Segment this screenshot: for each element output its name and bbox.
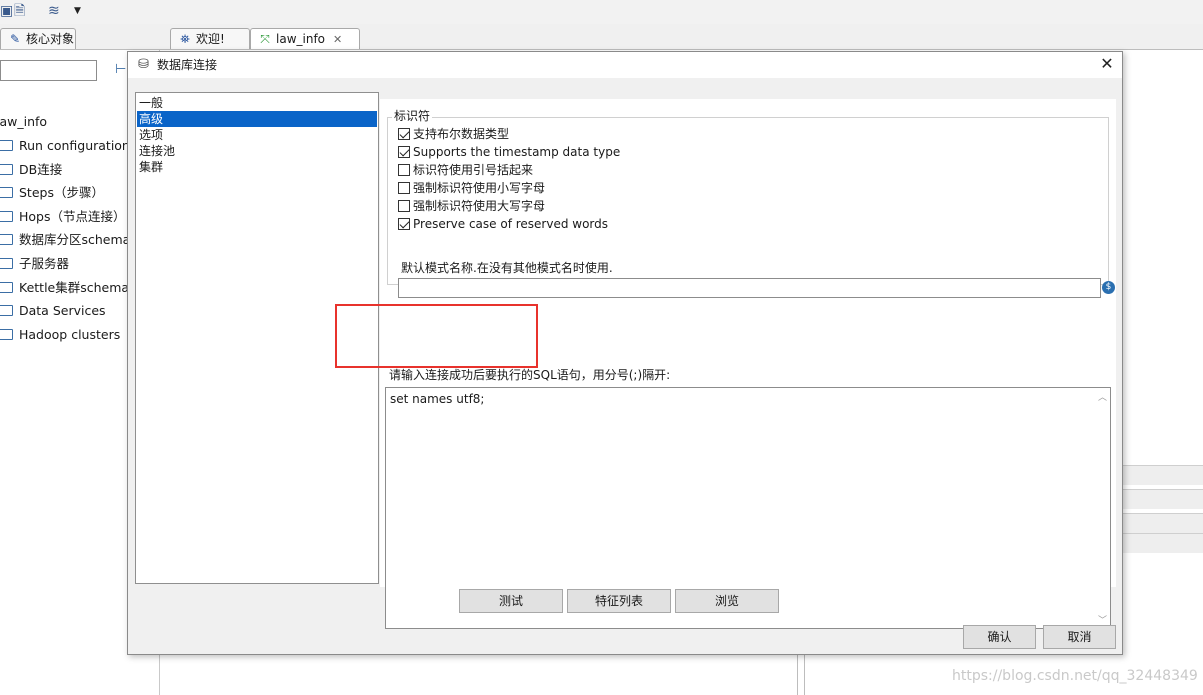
pencil-icon: ✎: [9, 32, 21, 46]
close-icon[interactable]: ✕: [1098, 55, 1116, 73]
nav-item[interactable]: 选项: [137, 127, 377, 143]
option-row[interactable]: 强制标识符使用大写字母: [398, 197, 545, 215]
save-as-icon[interactable]: 🗎: [14, 2, 32, 20]
sql-text: set names utf8;: [390, 392, 485, 406]
feature-list-button[interactable]: 特征列表: [567, 589, 671, 613]
tab-core-objects[interactable]: ✎ 核心对象: [0, 28, 76, 49]
nav-item[interactable]: 集群: [137, 159, 377, 175]
tree-item-label: Data Services: [19, 303, 106, 319]
tree-item[interactable]: Kettle集群schemas: [0, 277, 130, 299]
option-row[interactable]: Supports the timestamp data type: [398, 143, 620, 161]
folder-icon: [0, 140, 13, 151]
tree-root[interactable]: law_info: [0, 114, 47, 129]
folder-icon: [0, 258, 13, 269]
nav-item[interactable]: 一般: [137, 95, 377, 111]
tree-item[interactable]: Hops（节点连接）: [0, 206, 130, 228]
annotation-highlight-box: [335, 304, 538, 368]
option-row[interactable]: Preserve case of reserved words: [398, 215, 608, 233]
default-schema-label: 默认模式名称.在没有其他模式名时使用.: [401, 261, 613, 275]
folder-icon: [0, 328, 13, 340]
checkbox[interactable]: [398, 128, 410, 140]
tree-item-label: 数据库分区schema: [19, 232, 130, 248]
tree-item[interactable]: Run configuration: [0, 135, 130, 157]
option-row[interactable]: 支持布尔数据类型: [398, 125, 509, 143]
watermark: https://blog.csdn.net/qq_32448349: [952, 668, 1198, 684]
app-toolbar: ▣ 🗎 ≋ ▼: [0, 0, 1203, 24]
tree-item-label: Hadoop clusters: [19, 326, 121, 342]
tree-item[interactable]: Hadoop clusters: [0, 324, 130, 346]
tree-item-label: 子服务器: [19, 256, 70, 271]
tab-core-objects-label: 核心对象: [26, 32, 75, 46]
database-connection-dialog: ⛁ 数据库连接 ✕ 一般 高级 选项 连接池 集群 支持布尔数据类型 Supports t…: [127, 51, 1123, 655]
identifier-group-title: 标识符: [392, 109, 433, 123]
search-input[interactable]: [0, 60, 97, 81]
option-row[interactable]: 强制标识符使用小写字母: [398, 179, 545, 197]
tab-welcome[interactable]: ⛯ 欢迎!: [170, 28, 250, 49]
divider: [804, 650, 805, 695]
checkbox[interactable]: [398, 164, 410, 176]
tree-item[interactable]: 子服务器: [0, 253, 130, 275]
checkbox[interactable]: [398, 146, 410, 158]
folder-icon: [0, 210, 13, 222]
checkbox-label: 支持布尔数据类型: [413, 127, 510, 141]
tree-item-label: DB连接: [19, 161, 63, 177]
variable-icon[interactable]: $: [1102, 281, 1115, 294]
tree-item[interactable]: Steps（步骤）: [0, 182, 130, 204]
layers-icon[interactable]: ≋: [48, 2, 68, 20]
close-icon[interactable]: ✕: [333, 33, 342, 46]
folder-icon: [0, 187, 13, 199]
cancel-button[interactable]: 取消: [1043, 625, 1116, 649]
test-button[interactable]: 测试: [459, 589, 563, 613]
identifier-group: 支持布尔数据类型 Supports the timestamp data type…: [387, 117, 1115, 298]
tree-item-label: Kettle集群schemas: [19, 279, 130, 295]
checkbox[interactable]: [398, 200, 410, 212]
checkbox[interactable]: [398, 182, 410, 194]
folder-icon: [0, 281, 13, 293]
nav-item[interactable]: 连接池: [137, 143, 377, 159]
dialog-title-bar: ⛁ 数据库连接 ✕: [128, 52, 1122, 78]
tree-item[interactable]: Data Services: [0, 300, 130, 322]
option-row[interactable]: 标识符使用引号括起来: [398, 161, 533, 179]
folder-icon: [0, 305, 13, 317]
checkbox-label: 标识符使用引号括起来: [413, 163, 534, 177]
hierarchy-icon[interactable]: ⊢: [115, 62, 126, 77]
transformation-icon: ⤧: [260, 32, 270, 46]
sql-label: 请输入连接成功后要执行的SQL语句，用分号(;)隔开:: [389, 368, 671, 382]
welcome-icon: ⛯: [180, 32, 190, 46]
folder-icon: [0, 163, 13, 175]
tree-item-label: Steps（步骤）: [19, 185, 104, 201]
tree-item[interactable]: DB连接: [0, 159, 130, 181]
chevron-down-icon[interactable]: ▼: [74, 2, 84, 20]
checkbox-label: Supports the timestamp data type: [413, 145, 621, 159]
properties-strip: [1122, 465, 1203, 555]
tab-welcome-label: 欢迎!: [196, 32, 225, 46]
checkbox[interactable]: [398, 218, 410, 230]
tree-item-label: Run configuration: [19, 138, 130, 153]
explore-button[interactable]: 浏览: [675, 589, 779, 613]
folder-icon: [0, 234, 13, 246]
tab-law-info[interactable]: ⤧ law_info ✕: [250, 28, 360, 49]
divider: [797, 650, 798, 695]
default-schema-input[interactable]: [398, 278, 1101, 298]
tree-item[interactable]: 数据库分区schema: [0, 229, 130, 251]
ok-button[interactable]: 确认: [963, 625, 1036, 649]
save-icon[interactable]: ▣: [0, 2, 13, 20]
checkbox-label: 强制标识符使用大写字母: [413, 199, 546, 213]
scroll-up-icon[interactable]: ︿: [1098, 390, 1107, 403]
scrollbar[interactable]: ︿ ﹀: [1094, 388, 1110, 628]
tab-law-info-label: law_info: [276, 32, 326, 46]
dialog-title: 数据库连接: [157, 58, 218, 72]
nav-item[interactable]: 高级: [137, 111, 377, 127]
tree-item-label: Hops（节点连接）: [19, 208, 126, 224]
checkbox-label: 强制标识符使用小写字母: [413, 181, 546, 195]
database-icon: ⛁: [138, 57, 149, 72]
checkbox-label: Preserve case of reserved words: [413, 217, 609, 231]
